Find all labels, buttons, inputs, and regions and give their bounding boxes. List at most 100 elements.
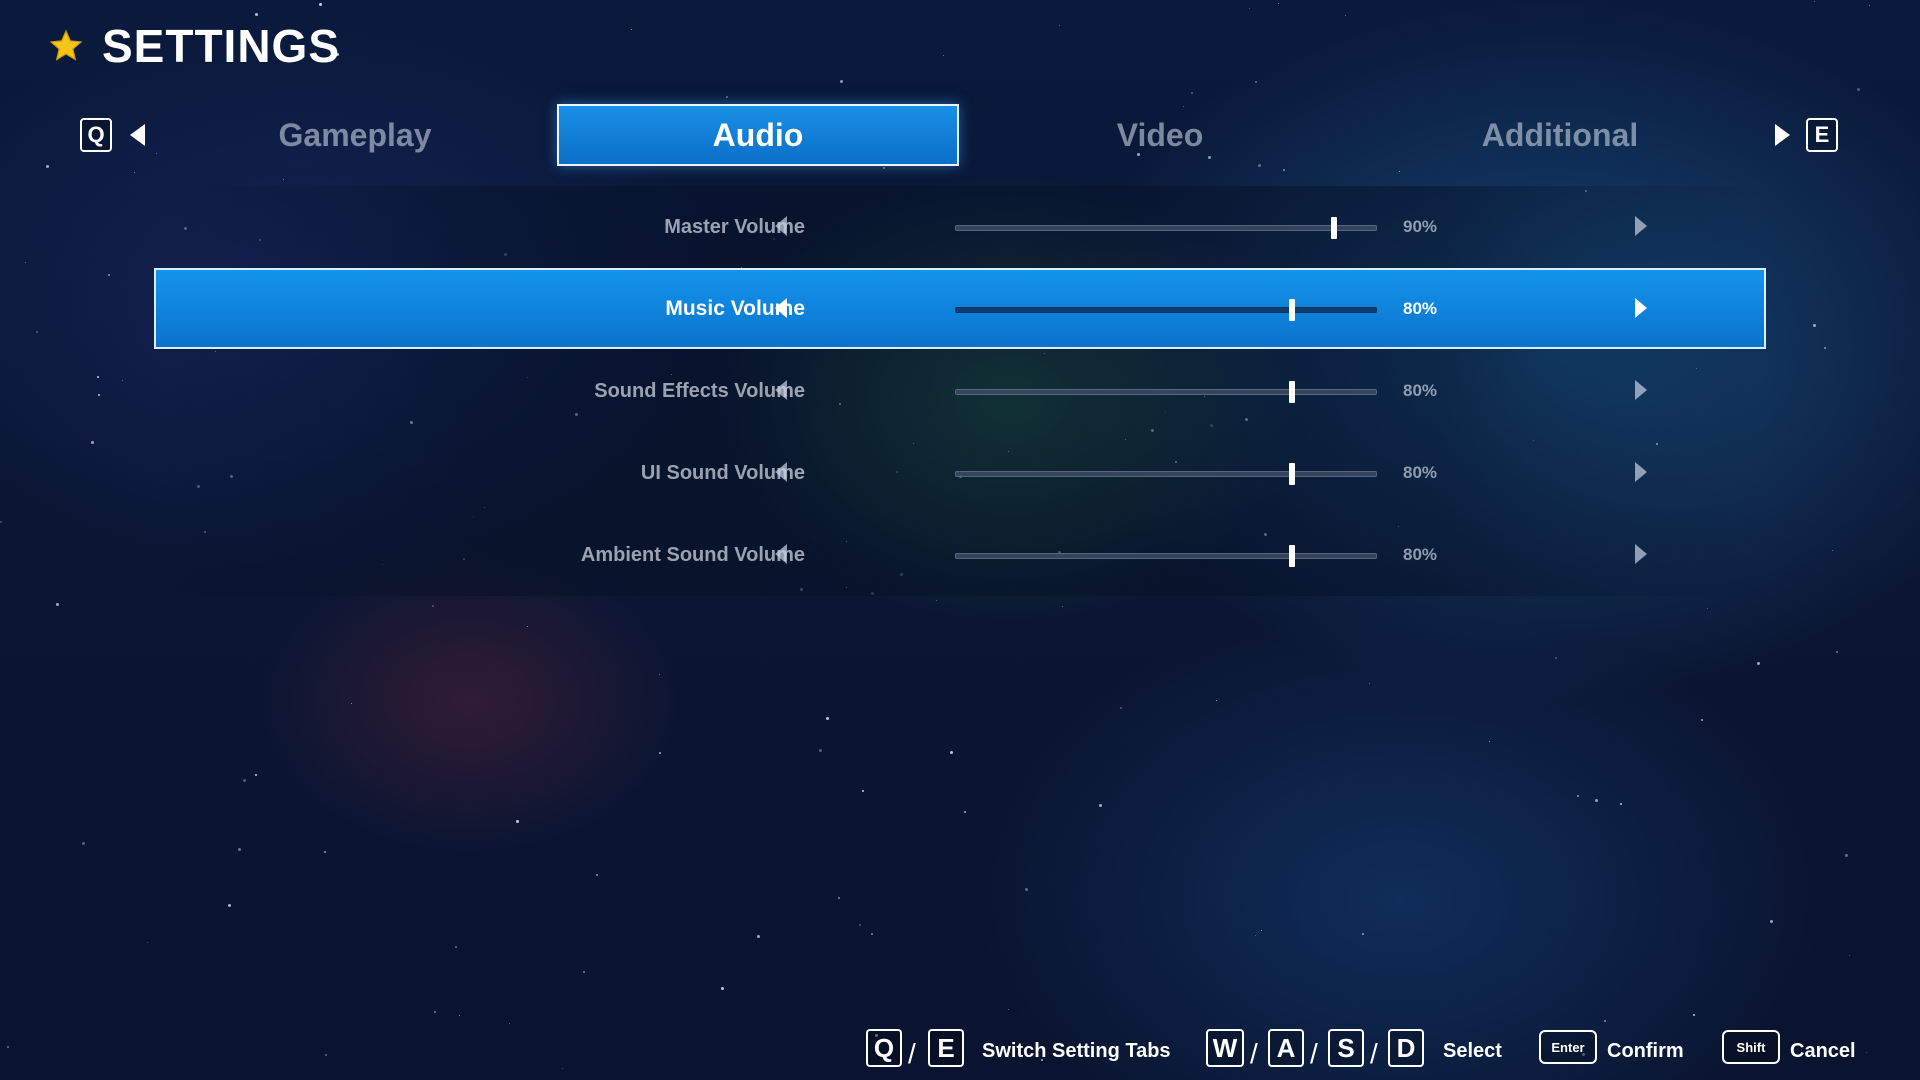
star-speck	[1025, 888, 1028, 891]
star-speck	[1249, 8, 1250, 9]
triangle-right-icon[interactable]	[1635, 216, 1647, 236]
volume-slider[interactable]	[955, 545, 1377, 567]
star-speck	[319, 3, 322, 6]
star-speck	[1813, 324, 1816, 327]
star-speck	[98, 394, 100, 396]
triangle-right-icon[interactable]	[1635, 544, 1647, 564]
star-speck	[1845, 854, 1848, 857]
star-speck	[1832, 550, 1833, 551]
key-hint-w: W	[1206, 1029, 1244, 1067]
prev-tab-key-hint[interactable]: Q	[80, 118, 112, 152]
star-speck	[255, 774, 257, 776]
page-title: SETTINGS	[48, 18, 340, 74]
tab-audio[interactable]: Audio	[557, 104, 959, 166]
star-speck	[1770, 920, 1773, 923]
setting-row-sound-effects-volume[interactable]: Sound Effects Volume 80%	[155, 350, 1765, 432]
star-speck	[1555, 657, 1557, 659]
key-hint-q: Q	[866, 1029, 902, 1067]
triangle-right-icon[interactable]	[1635, 380, 1647, 400]
triangle-left-icon[interactable]	[775, 380, 787, 400]
star-speck	[1278, 3, 1279, 4]
triangle-left-icon[interactable]	[775, 462, 787, 482]
triangle-right-icon[interactable]	[1775, 124, 1790, 146]
setting-row-music-volume[interactable]: Music Volume 80%	[155, 268, 1765, 350]
star-speck	[819, 749, 822, 752]
setting-row-ui-sound-volume[interactable]: UI Sound Volume 80%	[155, 432, 1765, 514]
star-speck	[721, 987, 724, 990]
setting-value: 90%	[1403, 217, 1438, 236]
star-speck	[757, 935, 760, 938]
tab-additional[interactable]: Additional	[1410, 104, 1710, 166]
star-speck	[1008, 1009, 1009, 1010]
volume-slider[interactable]	[955, 463, 1377, 485]
star-speck	[1577, 795, 1579, 797]
volume-slider[interactable]	[955, 381, 1377, 403]
triangle-right-icon[interactable]	[1635, 298, 1647, 318]
confirm-label: Confirm	[1607, 1040, 1684, 1062]
star-speck	[82, 842, 85, 845]
setting-value: 80%	[1403, 463, 1438, 482]
select-label: Select	[1443, 1040, 1502, 1062]
tab-video[interactable]: Video	[1010, 104, 1310, 166]
star-speck	[1261, 930, 1262, 931]
star-speck	[871, 933, 873, 935]
triangle-left-icon[interactable]	[775, 216, 787, 236]
star-speck	[1824, 347, 1826, 349]
setting-row-ambient-sound-volume[interactable]: Ambient Sound Volume 80%	[155, 514, 1765, 596]
star-speck	[936, 600, 937, 601]
star-speck	[434, 1011, 436, 1013]
star-speck	[228, 904, 231, 907]
star-speck	[1707, 608, 1708, 609]
star-speck	[859, 924, 861, 926]
setting-row-master-volume[interactable]: Master Volume 90%	[155, 186, 1765, 268]
star-icon	[49, 29, 83, 61]
slider-thumb[interactable]	[1289, 545, 1295, 567]
volume-slider[interactable]	[955, 217, 1377, 239]
star-speck	[1362, 933, 1364, 935]
star-speck	[459, 1015, 460, 1016]
star-speck	[432, 605, 434, 607]
star-speck	[283, 179, 284, 180]
star-speck	[516, 820, 519, 823]
star-speck	[243, 779, 246, 782]
page-title-text: SETTINGS	[102, 20, 341, 72]
star-speck	[122, 380, 123, 381]
star-speck	[862, 790, 864, 792]
key-hint-e: E	[928, 1029, 964, 1067]
setting-value: 80%	[1403, 545, 1438, 564]
slider-thumb[interactable]	[1331, 217, 1337, 239]
star-speck	[826, 717, 829, 720]
triangle-left-icon[interactable]	[775, 544, 787, 564]
star-speck	[147, 942, 148, 943]
star-speck	[36, 331, 38, 333]
triangle-right-icon[interactable]	[1635, 462, 1647, 482]
key-hint-a: A	[1268, 1029, 1304, 1067]
star-speck	[134, 172, 135, 173]
slider-thumb[interactable]	[1289, 381, 1295, 403]
star-speck	[1191, 92, 1193, 94]
star-speck	[1857, 88, 1860, 91]
star-speck	[1836, 651, 1838, 653]
star-speck	[91, 441, 94, 444]
slider-thumb[interactable]	[1289, 299, 1295, 321]
star-speck	[943, 55, 944, 56]
triangle-left-icon[interactable]	[130, 124, 145, 146]
star-speck	[1869, 5, 1870, 6]
setting-value: 80%	[1403, 381, 1438, 400]
star-speck	[838, 897, 840, 899]
star-speck	[659, 752, 661, 754]
slider-thumb[interactable]	[1289, 463, 1295, 485]
star-speck	[108, 274, 110, 276]
star-speck	[840, 80, 843, 83]
separator-slash: /	[1370, 1038, 1378, 1069]
star-speck	[25, 262, 26, 263]
separator-slash: /	[1310, 1038, 1318, 1069]
settings-tab-bar: Q Gameplay Audio Video Additional E	[0, 104, 1920, 168]
separator-slash: /	[1250, 1038, 1258, 1069]
volume-slider[interactable]	[955, 299, 1377, 321]
star-speck	[1216, 700, 1217, 701]
tab-gameplay[interactable]: Gameplay	[205, 104, 505, 166]
triangle-left-icon[interactable]	[775, 298, 787, 318]
next-tab-key-hint[interactable]: E	[1806, 118, 1838, 152]
setting-label: Ambient Sound Volume	[580, 543, 805, 566]
